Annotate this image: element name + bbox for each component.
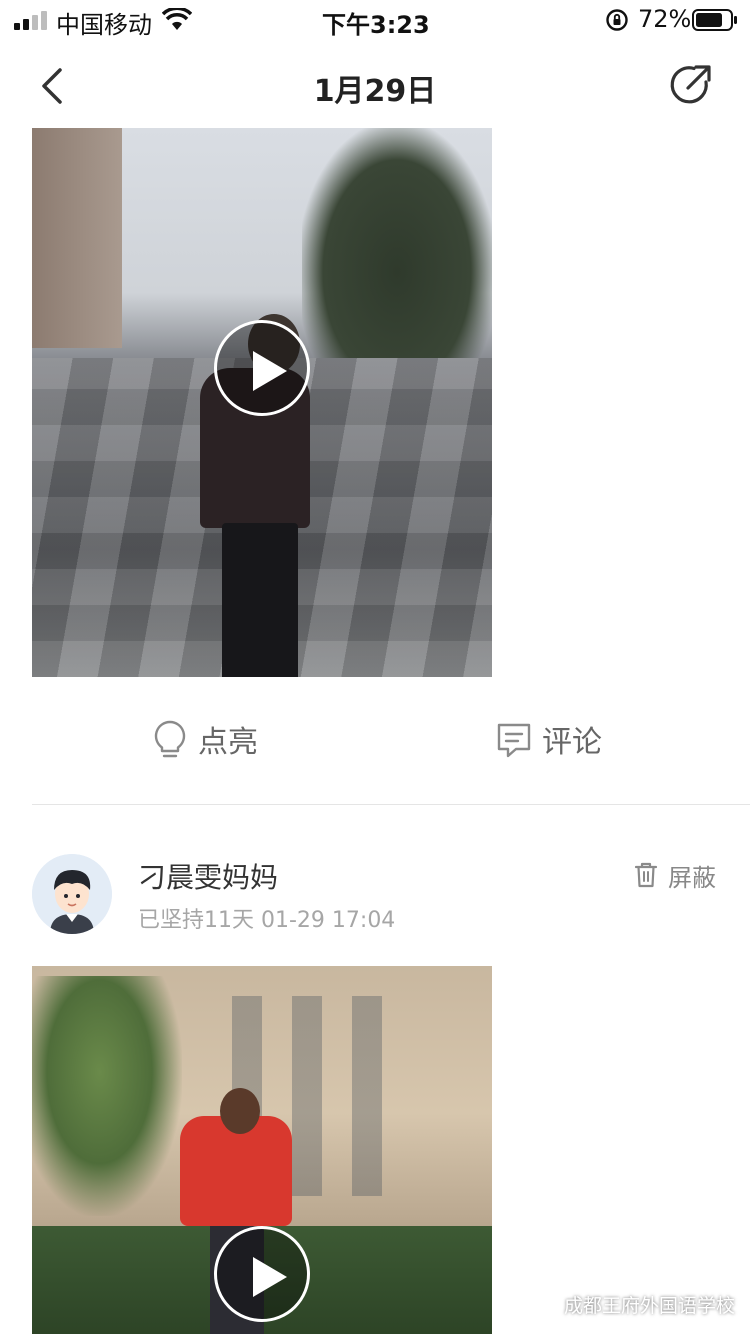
watermark-text: 成都王府外国语学校	[564, 1294, 736, 1317]
carrier-name: 中国移动	[56, 11, 152, 39]
video-scene-trees	[302, 128, 492, 368]
share-icon[interactable]	[668, 62, 714, 108]
post-video-thumbnail[interactable]	[32, 128, 492, 677]
battery-icon	[692, 9, 737, 31]
post-actions: 点亮 评论	[0, 700, 750, 780]
signal-icon	[14, 11, 47, 30]
video-scene-child-legs	[222, 523, 298, 677]
divider	[32, 804, 750, 805]
clock-time: 下午3:23	[322, 11, 430, 39]
trash-icon	[634, 862, 658, 888]
watermark: 成都王府外国语学校	[528, 1288, 735, 1320]
video-scene-building	[32, 128, 122, 348]
video-scene-child-head	[220, 1088, 260, 1134]
block-label: 屏蔽	[668, 863, 716, 892]
like-button[interactable]: 点亮	[152, 714, 258, 764]
avatar[interactable]	[32, 854, 112, 934]
block-button[interactable]: 屏蔽	[634, 858, 716, 892]
wechat-icon	[529, 1292, 558, 1315]
post-meta: 已坚持11天 01-29 17:04	[138, 908, 396, 933]
comment-button[interactable]: 评论	[496, 714, 602, 764]
post-video-thumbnail-2[interactable]	[32, 966, 492, 1334]
play-icon[interactable]	[214, 320, 310, 416]
page-title: 1月29日	[313, 74, 437, 109]
comment-icon	[497, 723, 531, 758]
comment-label: 评论	[542, 725, 602, 760]
like-label: 点亮	[198, 725, 258, 760]
post-username[interactable]: 刁晨雯妈妈	[138, 856, 278, 896]
boy-avatar-icon	[32, 854, 112, 934]
battery-percent: 72%	[638, 5, 692, 33]
wifi-icon	[162, 8, 192, 30]
status-bar: 中国移动 下午3:23 72%	[0, 0, 750, 40]
lightbulb-icon	[154, 720, 186, 758]
play-icon[interactable]	[214, 1226, 310, 1322]
video-scene-palm-tree	[32, 976, 182, 1216]
navigation-bar: 1月29日	[0, 50, 750, 120]
rotation-lock-icon	[606, 9, 628, 31]
